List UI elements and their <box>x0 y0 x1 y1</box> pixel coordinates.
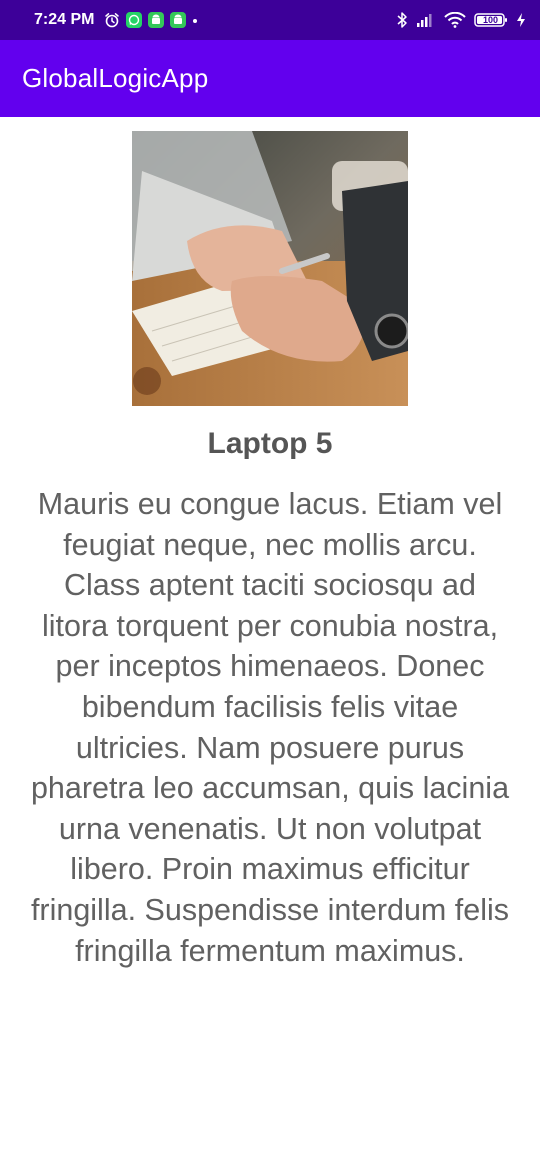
alarm-icon <box>104 12 120 28</box>
status-time: 7:24 PM <box>34 11 95 28</box>
dot-icon <box>192 12 198 28</box>
android-icon <box>148 12 165 28</box>
battery-icon: 100 <box>474 12 508 28</box>
android-icon <box>170 12 187 28</box>
battery-level: 100 <box>482 15 499 25</box>
charging-icon <box>516 12 526 28</box>
status-bar: 7:24 PM 100 <box>0 0 540 40</box>
whatsapp-icon <box>126 12 143 28</box>
product-description: Mauris eu congue lacus. Etiam vel feugia… <box>30 487 510 968</box>
wifi-icon <box>444 12 466 28</box>
app-title: GlobalLogicApp <box>22 63 209 93</box>
status-right: 100 <box>396 11 526 29</box>
bluetooth-icon <box>396 11 408 29</box>
status-left: 7:24 PM <box>34 11 198 29</box>
product-title: Laptop 5 <box>207 427 333 460</box>
signal-icon <box>416 12 436 28</box>
product-image <box>132 131 408 406</box>
app-bar: GlobalLogicApp <box>0 40 540 117</box>
